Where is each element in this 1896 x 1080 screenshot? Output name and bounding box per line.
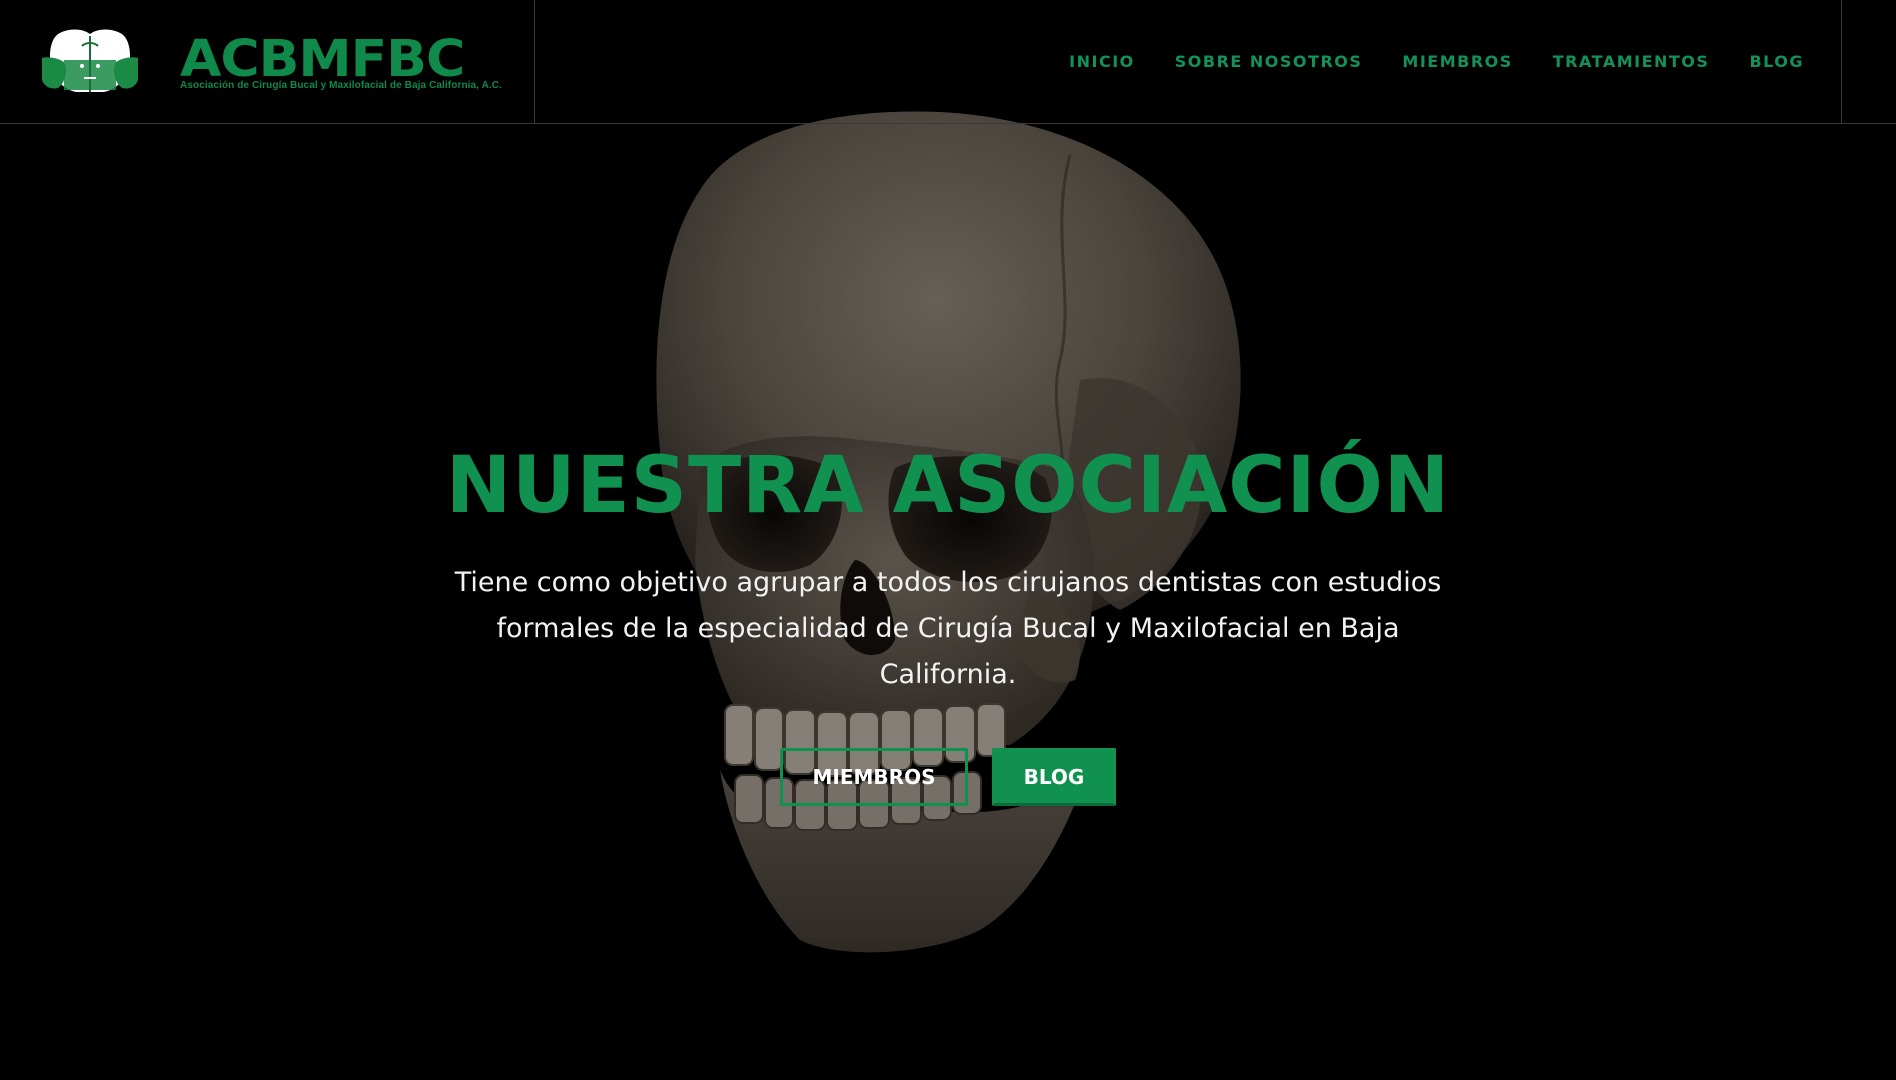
miembros-button[interactable]: MIEMBROS (780, 748, 968, 806)
hero-title: NUESTRA ASOCIACIÓN (445, 441, 1451, 531)
nav-item-sobre-nosotros[interactable]: SOBRE NOSOTROS (1175, 52, 1363, 71)
hero-description-line-2: formales de la especialidad de Cirugía B… (496, 613, 1400, 690)
brand-area[interactable]: ACBMFBC Asociación de Cirugía Bucal y Ma… (0, 0, 535, 123)
logo-wordmark[interactable]: ACBMFBC (180, 34, 465, 86)
hero-buttons: MIEMBROS BLOG (0, 748, 1896, 806)
nav-item-miembros[interactable]: MIEMBROS (1402, 52, 1512, 71)
nav-item-blog[interactable]: BLOG (1749, 52, 1804, 71)
hero-description: Tiene como objetivo agrupar a todos los … (448, 560, 1448, 698)
logo-tagline: Asociación de Cirugía Bucal y Maxilofaci… (180, 80, 502, 91)
blog-button[interactable]: BLOG (992, 748, 1116, 806)
hero-description-line-1: Tiene como objetivo agrupar a todos los … (454, 567, 1442, 598)
nav-item-tratamientos[interactable]: TRATAMIENTOS (1553, 52, 1710, 71)
page: ACBMFBC Asociación de Cirugía Bucal y Ma… (0, 0, 1896, 1080)
association-logo-emblem[interactable] (38, 26, 142, 96)
hero-section: NUESTRA ASOCIACIÓN Tiene como objetivo a… (0, 440, 1896, 806)
header-divider (1841, 0, 1842, 123)
site-header: ACBMFBC Asociación de Cirugía Bucal y Ma… (0, 0, 1896, 124)
nav-item-inicio[interactable]: INICIO (1069, 52, 1135, 71)
main-nav: INICIO SOBRE NOSOTROS MIEMBROS TRATAMIEN… (1069, 0, 1804, 123)
